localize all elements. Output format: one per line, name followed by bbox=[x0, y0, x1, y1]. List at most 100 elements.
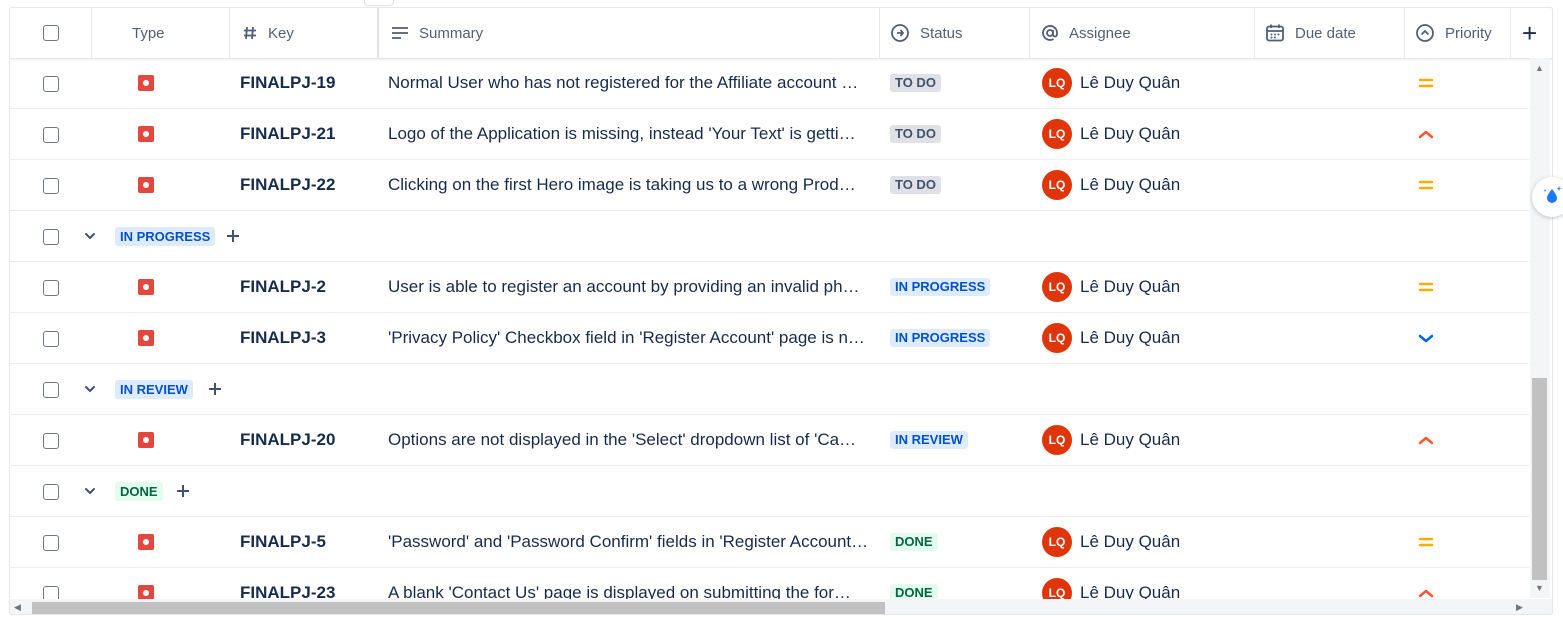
priority-medium-icon[interactable] bbox=[1415, 175, 1437, 195]
add-column-button[interactable]: + bbox=[1522, 8, 1537, 58]
avatar: LQ bbox=[1042, 119, 1072, 149]
priority-chevron-icon bbox=[1415, 23, 1435, 43]
status-lozenge[interactable]: IN PROGRESS bbox=[890, 329, 991, 347]
add-column-plus: + bbox=[1522, 17, 1538, 48]
issue-key[interactable]: FINALPJ-2 bbox=[240, 262, 326, 312]
issue-summary[interactable]: User is able to register an account by p… bbox=[388, 262, 872, 312]
issue-key[interactable]: FINALPJ-22 bbox=[240, 160, 335, 210]
scroll-right-arrow-icon[interactable]: ▶ bbox=[1516, 602, 1523, 613]
group-checkbox[interactable] bbox=[43, 229, 59, 245]
priority-high-icon[interactable] bbox=[1415, 430, 1437, 450]
status-lozenge[interactable]: TO DO bbox=[890, 74, 941, 92]
select-all-checkbox[interactable] bbox=[43, 25, 59, 41]
priority-medium-icon[interactable] bbox=[1415, 277, 1437, 297]
status-lozenge[interactable]: DONE bbox=[890, 533, 938, 551]
header-priority-label: Priority bbox=[1445, 24, 1492, 42]
column-divider bbox=[1510, 8, 1511, 58]
assignee-name[interactable]: Lê Duy Quân bbox=[1080, 160, 1180, 210]
row-checkbox[interactable] bbox=[43, 76, 59, 92]
table-row[interactable]: FINALPJ-2 User is able to register an ac… bbox=[10, 262, 1529, 313]
issue-key[interactable]: FINALPJ-21 bbox=[240, 109, 335, 159]
issue-summary[interactable]: Normal User who has not registered for t… bbox=[388, 58, 872, 108]
group-header-done: DONE bbox=[10, 466, 1529, 517]
column-resize-handle[interactable] bbox=[364, 0, 394, 6]
issue-summary[interactable]: Clicking on the first Hero image is taki… bbox=[388, 160, 872, 210]
row-checkbox[interactable] bbox=[43, 127, 59, 143]
header-status[interactable]: Status bbox=[890, 8, 963, 58]
avatar: LQ bbox=[1042, 425, 1072, 455]
row-checkbox[interactable] bbox=[43, 280, 59, 296]
priority-high-icon[interactable] bbox=[1415, 124, 1437, 144]
issue-summary[interactable]: 'Privacy Policy' Checkbox field in 'Regi… bbox=[388, 313, 872, 363]
column-divider bbox=[377, 8, 379, 58]
table-row[interactable]: FINALPJ-20 Options are not displayed in … bbox=[10, 415, 1529, 466]
column-divider bbox=[1254, 8, 1255, 58]
horizontal-scrollbar-thumb[interactable] bbox=[32, 602, 885, 614]
status-lozenge[interactable]: IN REVIEW bbox=[890, 431, 968, 449]
bug-icon bbox=[138, 534, 154, 550]
header-summary[interactable]: Summary bbox=[391, 8, 483, 58]
header-priority[interactable]: Priority bbox=[1415, 8, 1492, 58]
table-row[interactable]: FINALPJ-19 Normal User who has not regis… bbox=[10, 58, 1529, 109]
column-divider bbox=[1029, 8, 1030, 58]
avatar: LQ bbox=[1042, 323, 1072, 353]
group-checkbox[interactable] bbox=[43, 484, 59, 500]
assignee-name[interactable]: Lê Duy Quân bbox=[1080, 415, 1180, 465]
issue-key[interactable]: FINALPJ-20 bbox=[240, 415, 335, 465]
bug-icon bbox=[138, 279, 154, 295]
group-checkbox[interactable] bbox=[43, 382, 59, 398]
header-assignee[interactable]: Assignee bbox=[1041, 8, 1131, 58]
status-lozenge[interactable]: IN PROGRESS bbox=[890, 278, 991, 296]
scroll-up-arrow-icon[interactable]: ▲ bbox=[1535, 63, 1544, 73]
scroll-left-arrow-icon[interactable]: ◀ bbox=[14, 602, 21, 613]
priority-medium-icon[interactable] bbox=[1415, 532, 1437, 552]
header-type[interactable]: Type bbox=[132, 8, 165, 58]
chevron-down-icon[interactable] bbox=[84, 481, 98, 501]
assignee-name[interactable]: Lê Duy Quân bbox=[1080, 262, 1180, 312]
table-row[interactable]: FINALPJ-22 Clicking on the first Hero im… bbox=[10, 160, 1529, 211]
status-lozenge[interactable]: TO DO bbox=[890, 125, 941, 143]
row-checkbox[interactable] bbox=[43, 178, 59, 194]
hash-icon bbox=[242, 25, 258, 41]
table-header: Type Key Summary Status Assignee Due dat… bbox=[10, 8, 1552, 59]
issue-table: Type Key Summary Status Assignee Due dat… bbox=[9, 7, 1553, 615]
table-row[interactable]: FINALPJ-21 Logo of the Application is mi… bbox=[10, 109, 1529, 160]
issue-summary[interactable]: Logo of the Application is missing, inst… bbox=[388, 109, 872, 159]
assignee-name[interactable]: Lê Duy Quân bbox=[1080, 58, 1180, 108]
summary-lines-icon bbox=[391, 26, 409, 40]
table-row[interactable]: FINALPJ-3 'Privacy Policy' Checkbox fiel… bbox=[10, 313, 1529, 364]
issue-key[interactable]: FINALPJ-3 bbox=[240, 313, 326, 363]
header-type-label: Type bbox=[132, 24, 165, 42]
vertical-scrollbar-thumb[interactable] bbox=[1532, 378, 1547, 580]
add-issue-plus-icon[interactable] bbox=[205, 378, 225, 400]
row-checkbox[interactable] bbox=[43, 433, 59, 449]
assignee-name[interactable]: Lê Duy Quân bbox=[1080, 517, 1180, 567]
bug-icon bbox=[138, 75, 154, 91]
header-key[interactable]: Key bbox=[242, 8, 294, 58]
group-label: IN PROGRESS bbox=[115, 227, 216, 246]
scroll-down-arrow-icon[interactable]: ▼ bbox=[1535, 583, 1544, 593]
status-arrow-icon bbox=[890, 23, 910, 43]
avatar: LQ bbox=[1042, 527, 1072, 557]
priority-low-icon[interactable] bbox=[1415, 328, 1437, 348]
chevron-down-icon[interactable] bbox=[84, 226, 98, 246]
row-checkbox[interactable] bbox=[43, 535, 59, 551]
issue-summary[interactable]: 'Password' and 'Password Confirm' fields… bbox=[388, 517, 872, 567]
assignee-name[interactable]: Lê Duy Quân bbox=[1080, 313, 1180, 363]
column-divider bbox=[229, 8, 230, 58]
at-sign-icon bbox=[1041, 24, 1059, 42]
issue-summary[interactable]: Options are not displayed in the 'Select… bbox=[388, 415, 872, 465]
assignee-name[interactable]: Lê Duy Quân bbox=[1080, 109, 1180, 159]
priority-medium-icon[interactable] bbox=[1415, 73, 1437, 93]
select-all-checkbox-cell bbox=[43, 8, 59, 58]
issue-key[interactable]: FINALPJ-5 bbox=[240, 517, 326, 567]
row-checkbox[interactable] bbox=[43, 331, 59, 347]
header-due-date[interactable]: Due date bbox=[1265, 8, 1356, 58]
add-issue-plus-icon[interactable] bbox=[173, 480, 193, 502]
status-lozenge[interactable]: TO DO bbox=[890, 176, 941, 194]
chevron-down-icon[interactable] bbox=[84, 379, 98, 399]
table-row[interactable]: FINALPJ-5 'Password' and 'Password Confi… bbox=[10, 517, 1529, 568]
column-divider bbox=[879, 8, 880, 58]
add-issue-plus-icon[interactable] bbox=[223, 225, 243, 247]
issue-key[interactable]: FINALPJ-19 bbox=[240, 58, 335, 108]
